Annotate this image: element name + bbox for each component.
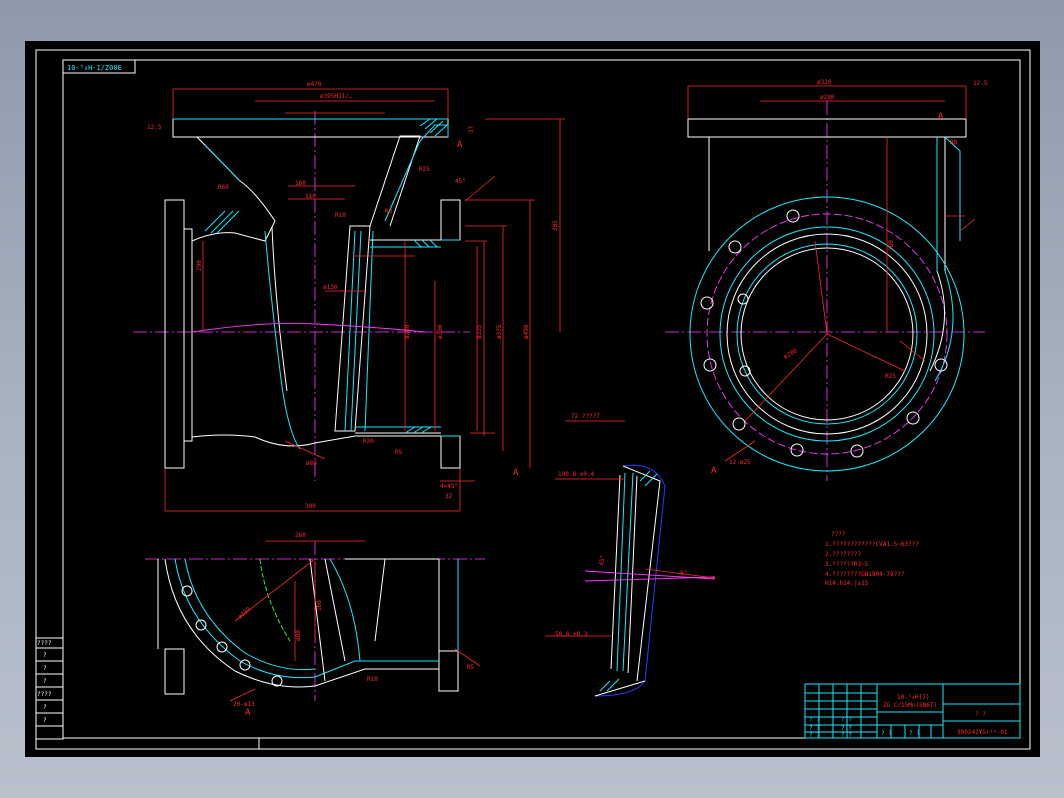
notes-line-2: 2.???????? [825, 551, 862, 558]
dim-d80: ø80 [306, 460, 317, 467]
bottom-dim-holes: 20-ø13 [233, 701, 255, 708]
side-dim-d210: ø200 [783, 347, 799, 360]
notes-title: ???? [831, 531, 846, 538]
tb-cell-4: ? ? [809, 732, 820, 739]
section-mark-a-bottom: A [513, 468, 519, 478]
bottom-dim-160: 160 [316, 600, 323, 611]
dim-len290: 290 [196, 260, 203, 271]
side-row-1: ? [43, 652, 47, 659]
tb-cell-0: ? ? [809, 716, 820, 723]
tb-cell-2: ? ? [809, 725, 820, 732]
bottom-dim-r130: ø130 [237, 606, 253, 621]
dim-len32: 32 [445, 493, 453, 500]
dim-r8: R8 [385, 208, 393, 215]
tb-scale-marks: ? ? [975, 711, 986, 718]
side-row-6: ? [43, 717, 47, 724]
inner-frame [62, 59, 1021, 739]
dim-chamfer: 4×45° [440, 483, 458, 490]
outer-frame [35, 49, 1031, 750]
side-row-2: ? [43, 665, 47, 672]
bottom-view: 260 ø130 160 ø80 20-ø13 R10 R5 A [145, 532, 485, 718]
dim-r5: R5 [395, 449, 403, 456]
dim-len305: 305 [552, 220, 559, 231]
title-block: ? ? ? ? ? ? ? ? ? ? ? ? ? ? ? ? 10-⁵₈H(7… [804, 683, 1021, 739]
side-dim-holes: 12-ø25 [729, 459, 751, 466]
dim-d470: ø470 [307, 81, 322, 88]
tb-cell-1: ? ? [841, 716, 852, 723]
dim-d395: ø395H11/… [320, 93, 353, 100]
drawing-sheet: 10-⁵₈H-1/Z00E ???? ? ? ? ???? ? ? ø470 ø… [25, 41, 1040, 757]
detail-view: 72 ????7 100.8 ±0.4 50.6 ±0.3 8° 45° [545, 413, 716, 697]
side-roughness: 12.5 [973, 80, 988, 87]
side-view: ø320 ø280 180 ø200 12-ø25 R25 R8 12.5 A … [665, 79, 988, 481]
notes-line-1: 1.????????????CVA1.5~63??? [825, 541, 919, 548]
dim-len37: 37 [468, 125, 475, 133]
side-dim-r8: R8 [950, 139, 958, 146]
dim-d375: ø375 [496, 324, 503, 339]
side-row-3: ? [43, 678, 47, 685]
side-table: ???? ? ? ? ???? ? ? [35, 637, 64, 740]
tb-part-name-2: ZG Cr15Mn(5N6T) [883, 702, 937, 709]
notes-line-3: 3.??????R3~5 [825, 561, 869, 568]
bottom-mark-a: A [245, 708, 251, 718]
dim-d280: ø280 [404, 324, 411, 339]
detail-angle: 8° [680, 570, 687, 577]
tb-cell-6: ? ? [881, 730, 892, 737]
tb-cell-5: ? ? [841, 732, 852, 739]
dim-d335: ø335 [476, 324, 483, 339]
cad-drawing: 10-⁵₈H-1/Z00E ???? ? ? ? ???? ? ? ø470 ø… [35, 49, 1031, 750]
dim-d130: ø130 [323, 284, 338, 291]
side-row-0: ???? [37, 640, 52, 647]
notes-line-4: 4.????????GB1804-79??? [825, 571, 905, 578]
tb-part-name-1: 10-⁵₈H(7) [897, 694, 930, 701]
side-mark-a-top: A [938, 112, 944, 122]
detail-value2: 50.6 ±0.3 [555, 631, 588, 638]
detail-value1: 100.8 ±0.4 [558, 471, 595, 478]
dim-d490: ø490 [523, 324, 530, 339]
bottom-dim-r10: R10 [367, 676, 378, 683]
detail-label: 72 ????7 [571, 413, 600, 420]
dim-ang45: 45° [455, 178, 466, 185]
dim-r60: R60 [218, 184, 229, 191]
side-dim-d280: ø280 [820, 94, 835, 101]
side-mark-a: A [711, 466, 717, 476]
notes-line-5: H14.h14.js15 [825, 580, 869, 587]
bottom-dim-d80: ø80 [295, 630, 302, 641]
corner-code: 10-⁵₈H-1/Z00E [67, 64, 122, 72]
side-row-4: ???? [37, 691, 52, 698]
bottom-dim-r5: R5 [467, 664, 475, 671]
side-row-5: ? [43, 704, 47, 711]
tb-drawing-number: 300241YGr¹ᵅ-01 [957, 729, 1008, 736]
tb-cell-3: ? ? [841, 725, 852, 732]
front-section-view: ø470 ø395H11/… 300 305 ø490 ø375 ø335 ø3… [133, 81, 565, 512]
bottom-dim-d260: 260 [295, 532, 306, 539]
dim-r10: R10 [335, 212, 346, 219]
detail-ang45: 45° [598, 554, 607, 566]
section-mark-a-top: A [457, 140, 463, 150]
dim-r30: R30 [363, 438, 374, 445]
dim-r25: R25 [419, 166, 430, 173]
dim-roughness-left: 12.5 [147, 124, 162, 131]
dim-len160: 160 [295, 180, 306, 187]
technical-notes: ???? 1.????????????CVA1.5~63??? 2.??????… [825, 531, 919, 587]
tb-cell-7: ? ? [909, 730, 920, 737]
dim-d300: ø300 [437, 324, 444, 339]
side-dim-r25: R25 [885, 373, 896, 380]
side-dim-len180: 180 [888, 240, 895, 251]
dim-len110: 110 [305, 193, 316, 200]
side-dim-d320: ø320 [817, 79, 832, 86]
dim-len300: 300 [305, 503, 316, 510]
